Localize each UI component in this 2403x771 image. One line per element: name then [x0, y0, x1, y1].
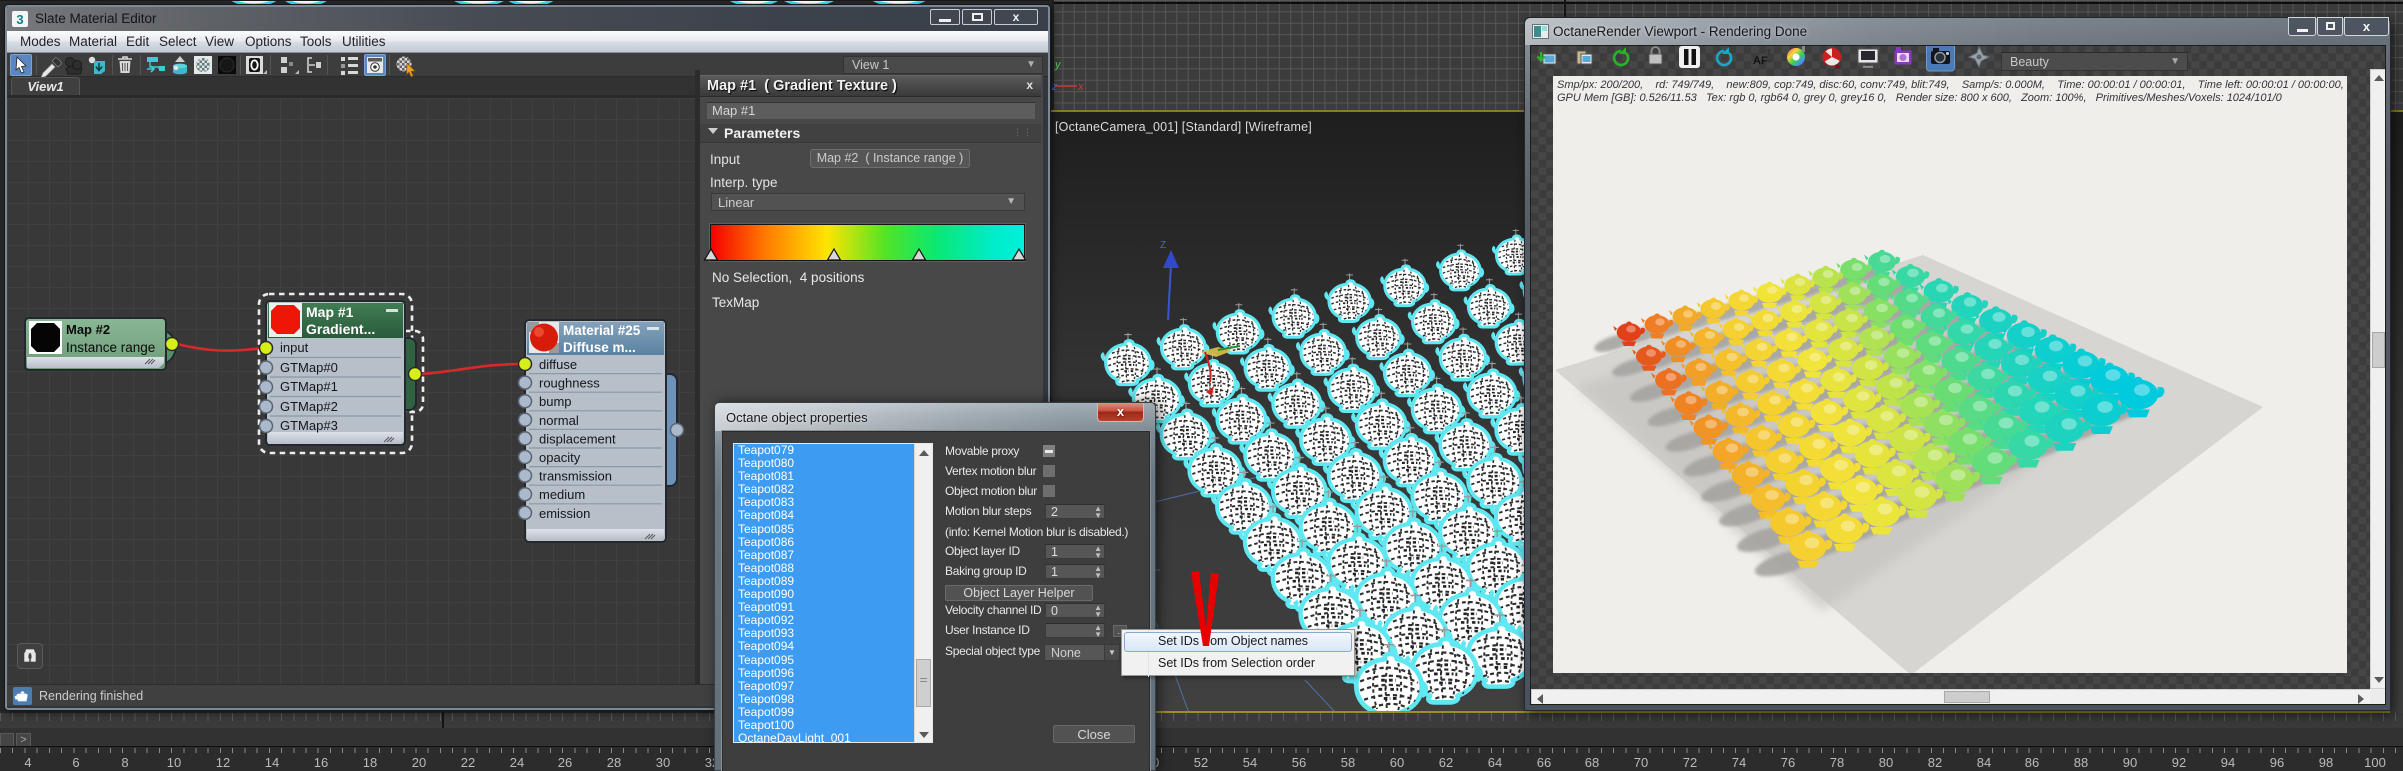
svg-text:opacity: opacity: [539, 450, 581, 465]
svg-text:medium: medium: [539, 487, 585, 502]
svg-text:GTMap#1: GTMap#1: [280, 379, 338, 394]
svg-text:Instance range: Instance range: [66, 340, 155, 355]
svg-text:Diffuse m...: Diffuse m...: [563, 340, 636, 355]
svg-text:displacement: displacement: [539, 431, 616, 446]
svg-text:Material #25: Material #25: [563, 323, 641, 338]
svg-text:AF: AF: [1753, 55, 1768, 67]
svg-text:z: z: [1051, 81, 1058, 93]
svg-text:emission: emission: [539, 506, 590, 521]
svg-text:roughness: roughness: [539, 376, 600, 391]
svg-text:x: x: [1077, 81, 1084, 93]
svg-text:y: y: [1054, 59, 1062, 71]
svg-text:input: input: [280, 340, 309, 355]
svg-text:Map #1: Map #1: [306, 304, 354, 320]
svg-text:Gradient...: Gradient...: [306, 321, 375, 337]
svg-text:GTMap#2: GTMap#2: [280, 399, 338, 414]
svg-text:Map #2: Map #2: [66, 322, 110, 337]
svg-text:Z: Z: [1160, 240, 1166, 251]
svg-text:GTMap#0: GTMap#0: [280, 360, 338, 375]
svg-text:normal: normal: [539, 413, 579, 428]
svg-text:GTMap#3: GTMap#3: [280, 418, 338, 433]
svg-text:bump: bump: [539, 394, 572, 409]
svg-text:diffuse: diffuse: [539, 357, 577, 372]
svg-text:transmission: transmission: [539, 469, 612, 484]
